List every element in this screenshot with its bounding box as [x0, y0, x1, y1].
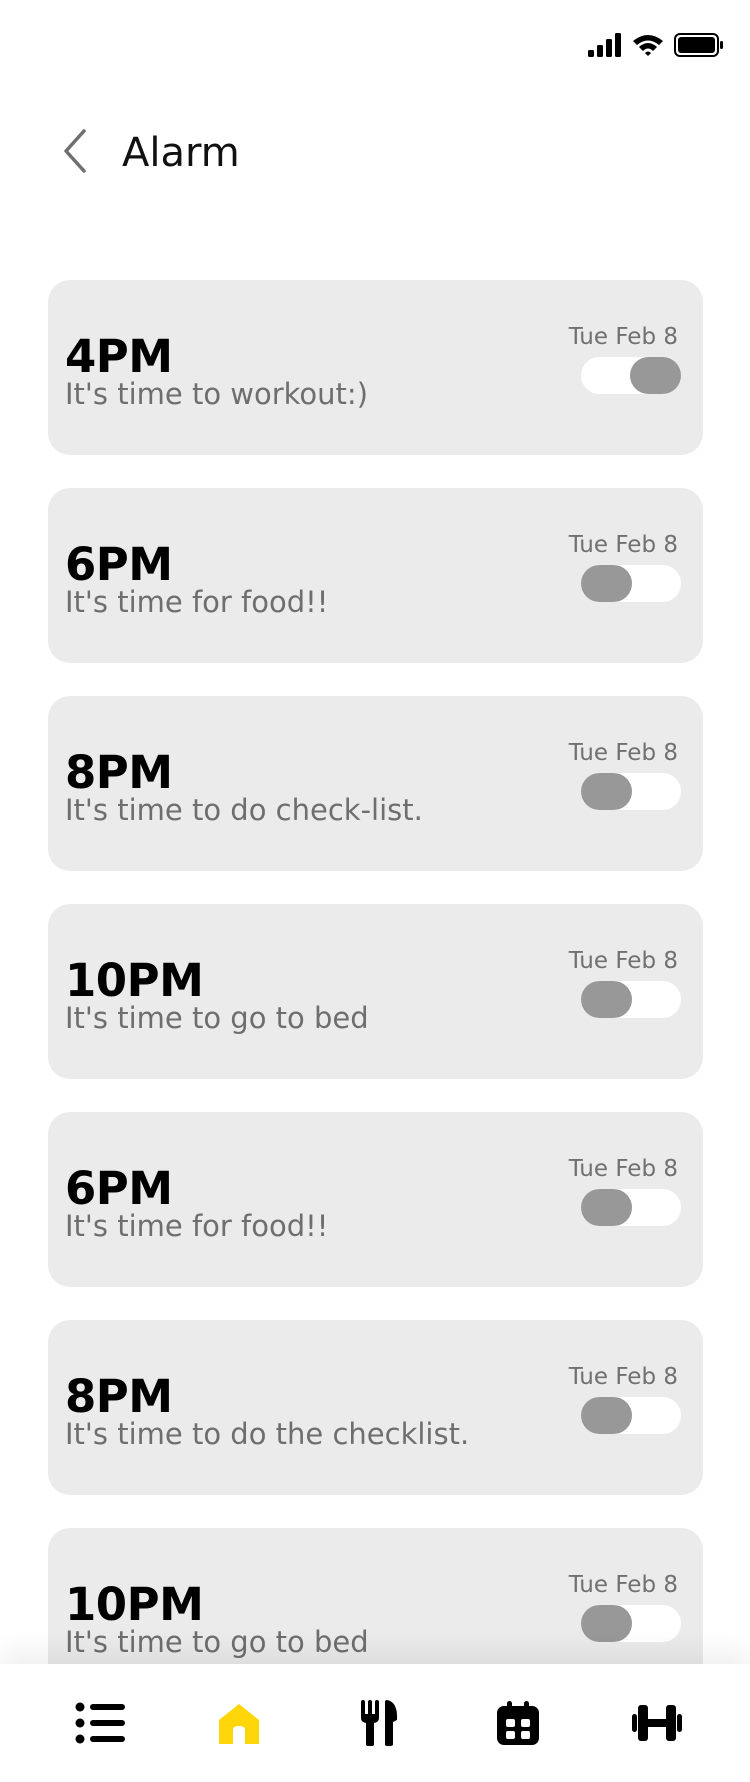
bottom-nav — [0, 1664, 750, 1782]
alarm-date: Tue Feb 8 — [568, 532, 678, 558]
nav-food[interactable] — [351, 1695, 407, 1751]
alarm-card[interactable]: 8PM It's time to do the checklist. Tue F… — [48, 1320, 703, 1495]
dumbbell-icon — [632, 1703, 682, 1743]
alarm-message: It's time for food!! — [65, 585, 329, 619]
alarm-toggle[interactable] — [581, 1605, 681, 1642]
toggle-knob — [581, 981, 632, 1018]
alarm-date: Tue Feb 8 — [568, 1572, 678, 1598]
list-icon — [75, 1702, 125, 1744]
nav-calendar[interactable] — [490, 1695, 546, 1751]
alarm-message: It's time to workout:) — [65, 377, 369, 411]
chevron-left-icon — [60, 127, 90, 179]
alarm-time: 8PM — [65, 746, 173, 799]
home-icon — [217, 1702, 261, 1744]
toggle-knob — [581, 565, 632, 602]
alarm-message: It's time to go to bed — [65, 1625, 369, 1659]
page-title: Alarm — [122, 130, 240, 176]
alarm-time: 4PM — [65, 330, 173, 383]
header: Alarm — [60, 118, 240, 188]
alarm-message: It's time to do check-list. — [65, 793, 423, 827]
signal-icon — [588, 33, 622, 57]
alarm-card[interactable]: 6PM It's time for food!! Tue Feb 8 — [48, 488, 703, 663]
alarm-date: Tue Feb 8 — [568, 324, 678, 350]
calendar-icon — [496, 1701, 539, 1745]
alarm-toggle[interactable] — [581, 1189, 681, 1226]
alarm-message: It's time for food!! — [65, 1209, 329, 1243]
back-button[interactable] — [60, 123, 94, 183]
alarm-list: 4PM It's time to workout:) Tue Feb 8 6PM… — [48, 280, 703, 1736]
alarm-card[interactable]: 4PM It's time to workout:) Tue Feb 8 — [48, 280, 703, 455]
alarm-time: 6PM — [65, 538, 173, 591]
toggle-knob — [581, 1189, 632, 1226]
status-bar — [588, 28, 724, 62]
battery-icon — [674, 33, 724, 57]
alarm-date: Tue Feb 8 — [568, 740, 678, 766]
toggle-knob — [581, 773, 632, 810]
alarm-card[interactable]: 6PM It's time for food!! Tue Feb 8 — [48, 1112, 703, 1287]
alarm-time: 10PM — [65, 954, 204, 1007]
nav-workout[interactable] — [629, 1695, 685, 1751]
alarm-time: 8PM — [65, 1370, 173, 1423]
alarm-card[interactable]: 8PM It's time to do check-list. Tue Feb … — [48, 696, 703, 871]
alarm-toggle[interactable] — [581, 981, 681, 1018]
nav-list[interactable] — [72, 1695, 128, 1751]
alarm-toggle[interactable] — [581, 565, 681, 602]
alarm-time: 10PM — [65, 1578, 204, 1631]
wifi-icon — [632, 33, 664, 57]
toggle-knob — [630, 357, 681, 394]
alarm-toggle[interactable] — [581, 773, 681, 810]
toggle-knob — [581, 1397, 632, 1434]
nav-home[interactable] — [211, 1695, 267, 1751]
alarm-time: 6PM — [65, 1162, 173, 1215]
alarm-date: Tue Feb 8 — [568, 1364, 678, 1390]
alarm-date: Tue Feb 8 — [568, 948, 678, 974]
alarm-toggle[interactable] — [581, 1397, 681, 1434]
alarm-toggle[interactable] — [581, 357, 681, 394]
fork-knife-icon — [360, 1700, 398, 1746]
alarm-message: It's time to do the checklist. — [65, 1417, 470, 1451]
alarm-date: Tue Feb 8 — [568, 1156, 678, 1182]
alarm-card[interactable]: 10PM It's time to go to bed Tue Feb 8 — [48, 904, 703, 1079]
alarm-message: It's time to go to bed — [65, 1001, 369, 1035]
toggle-knob — [581, 1605, 632, 1642]
